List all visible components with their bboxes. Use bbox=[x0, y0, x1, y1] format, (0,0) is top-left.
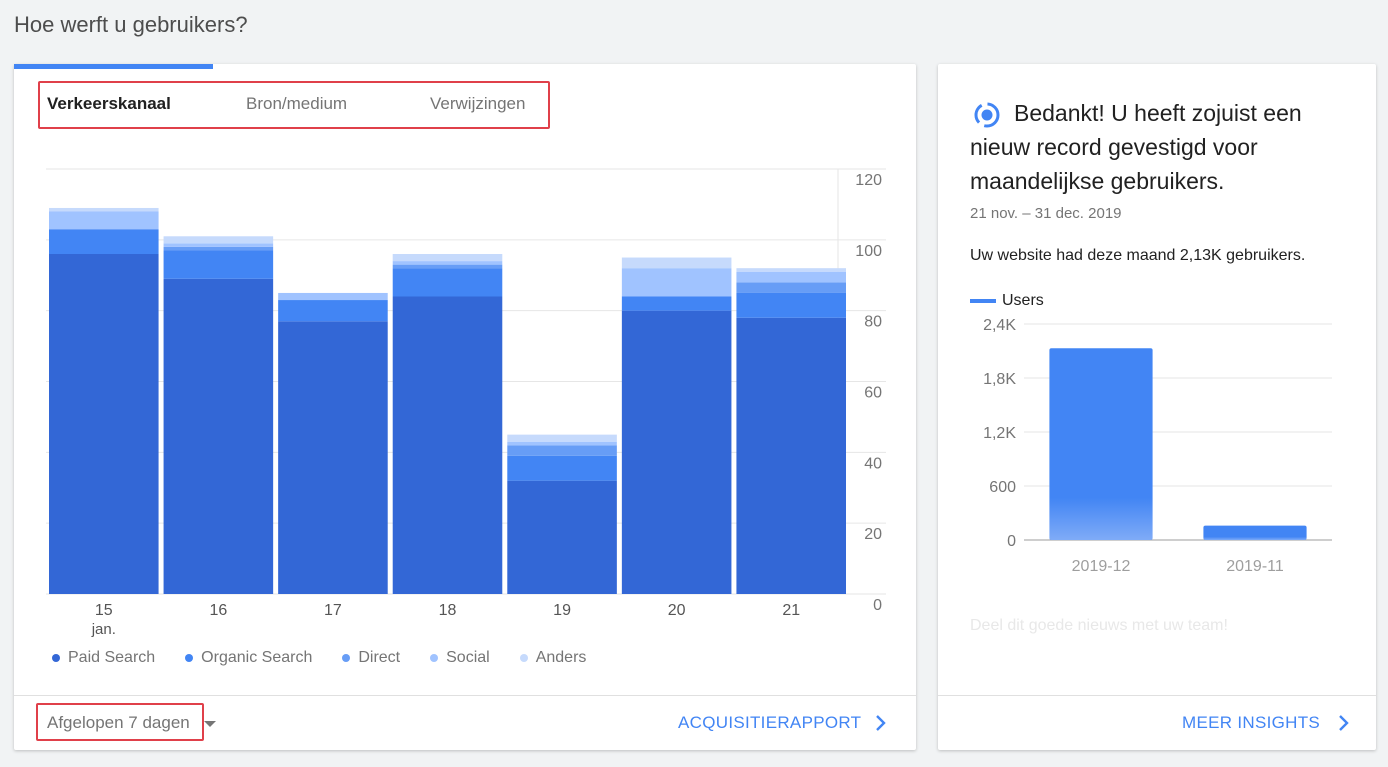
page-title: Hoe werft u gebruikers? bbox=[14, 12, 248, 37]
chevron-right-icon[interactable] bbox=[875, 714, 886, 732]
bar-segment bbox=[507, 434, 617, 442]
bar-segment bbox=[163, 243, 274, 247]
x-tick-label: 17 bbox=[324, 602, 342, 619]
bar-segment bbox=[163, 250, 274, 279]
bar-segment bbox=[278, 300, 388, 322]
legend-label: Paid Search bbox=[68, 649, 156, 666]
monthly-users-chart: 2,4K 1,8K 1,2K 600 0 2019-12 2019-11 bbox=[983, 317, 1332, 575]
x-tick-sublabel: jan. bbox=[91, 621, 116, 638]
bar-segment bbox=[163, 246, 274, 251]
traffic-channel-chart: 120 100 80 60 40 20 0 15 jan. 16 17 18 19 20 21 bbox=[46, 168, 886, 638]
bar-segment bbox=[392, 268, 503, 297]
bar-segment bbox=[392, 261, 503, 265]
bar-segment bbox=[392, 296, 503, 594]
legend-item: Anders bbox=[519, 649, 587, 667]
bar-segment bbox=[163, 278, 274, 594]
legend-label: Direct bbox=[358, 649, 401, 666]
y-tick-label: 2,4K bbox=[983, 317, 1016, 334]
caret-down-icon[interactable] bbox=[204, 721, 216, 727]
chart-legend: Paid Search Organic Search Direct Social And… bbox=[52, 649, 616, 667]
y-tick-label: 40 bbox=[864, 455, 882, 472]
legend-label: Anders bbox=[535, 649, 587, 666]
bar-segment bbox=[163, 236, 274, 244]
bar-segment bbox=[621, 310, 732, 594]
bar-segment bbox=[736, 317, 846, 594]
users-bar bbox=[1203, 525, 1307, 540]
more-insights-link[interactable]: MEER INSIGHTS bbox=[1182, 713, 1320, 733]
y-tick-label: 20 bbox=[864, 526, 882, 543]
y-tick-label: 1,2K bbox=[983, 425, 1016, 442]
bar-segment bbox=[392, 264, 503, 269]
bar-segment bbox=[621, 257, 732, 269]
y-tick-label: 600 bbox=[989, 479, 1016, 496]
bar-segment bbox=[507, 441, 617, 446]
bar-segment bbox=[507, 445, 617, 456]
legend-dot bbox=[185, 654, 194, 662]
acquisition-card: Verkeerskanaal Bron/medium Verwijzingen … bbox=[14, 64, 916, 750]
bar-segment bbox=[49, 211, 159, 230]
acquisition-report-link[interactable]: ACQUISITIERAPPORT bbox=[678, 713, 861, 733]
legend-dot bbox=[430, 654, 439, 662]
legend-item: Paid Search bbox=[52, 649, 155, 667]
bar-segment bbox=[507, 480, 617, 594]
x-tick-label: 2019-12 bbox=[1072, 558, 1131, 575]
y-tick-label: 0 bbox=[873, 597, 882, 614]
legend-dot bbox=[342, 654, 351, 662]
legend-item: Social bbox=[430, 649, 490, 667]
bar-segment bbox=[49, 254, 159, 594]
legend-item: Direct bbox=[342, 649, 400, 667]
x-tick-label: 16 bbox=[209, 602, 227, 619]
x-tick-label: 20 bbox=[668, 602, 686, 619]
bar-segment bbox=[507, 455, 617, 481]
insight-card: Bedankt! U heeft zojuist een nieuw recor… bbox=[938, 64, 1376, 750]
bar-segment bbox=[392, 254, 503, 262]
legend-item: Organic Search bbox=[185, 649, 312, 667]
bar-segment bbox=[49, 229, 159, 254]
y-tick-label: 100 bbox=[855, 243, 882, 260]
y-tick-label: 1,8K bbox=[983, 371, 1016, 388]
chevron-right-icon[interactable] bbox=[1338, 714, 1349, 732]
x-tick-label: 2019-11 bbox=[1226, 558, 1284, 575]
y-tick-label: 60 bbox=[864, 385, 882, 402]
x-tick-label: 18 bbox=[439, 602, 457, 619]
insight-card-footer: MEER INSIGHTS bbox=[938, 695, 1376, 750]
bar-segment bbox=[736, 268, 846, 272]
x-tick-label: 15 bbox=[95, 602, 113, 619]
legend-dot bbox=[52, 654, 60, 662]
bar-segment bbox=[278, 321, 388, 594]
y-tick-label: 120 bbox=[855, 172, 882, 189]
legend-label: Social bbox=[446, 649, 490, 666]
x-tick-label: 21 bbox=[782, 602, 800, 619]
bar-segment bbox=[736, 282, 846, 293]
users-bar bbox=[1049, 348, 1153, 540]
bar-segment bbox=[49, 207, 159, 212]
bar-segment bbox=[621, 296, 732, 311]
bar-segment bbox=[278, 292, 388, 301]
legend-label: Organic Search bbox=[201, 649, 313, 666]
y-tick-label: 80 bbox=[864, 314, 882, 331]
date-range-selector[interactable]: Afgelopen 7 dagen bbox=[47, 713, 190, 733]
bar-segment bbox=[621, 268, 732, 297]
x-tick-label: 19 bbox=[553, 602, 571, 619]
legend-dot bbox=[519, 654, 528, 662]
share-text: Deel dit goede nieuws met uw team! bbox=[970, 617, 1228, 634]
bar-segment bbox=[736, 292, 846, 318]
bar-segment bbox=[736, 271, 846, 283]
acquisition-card-footer: Afgelopen 7 dagen ACQUISITIERAPPORT bbox=[14, 695, 916, 750]
y-tick-label: 0 bbox=[1007, 533, 1016, 550]
